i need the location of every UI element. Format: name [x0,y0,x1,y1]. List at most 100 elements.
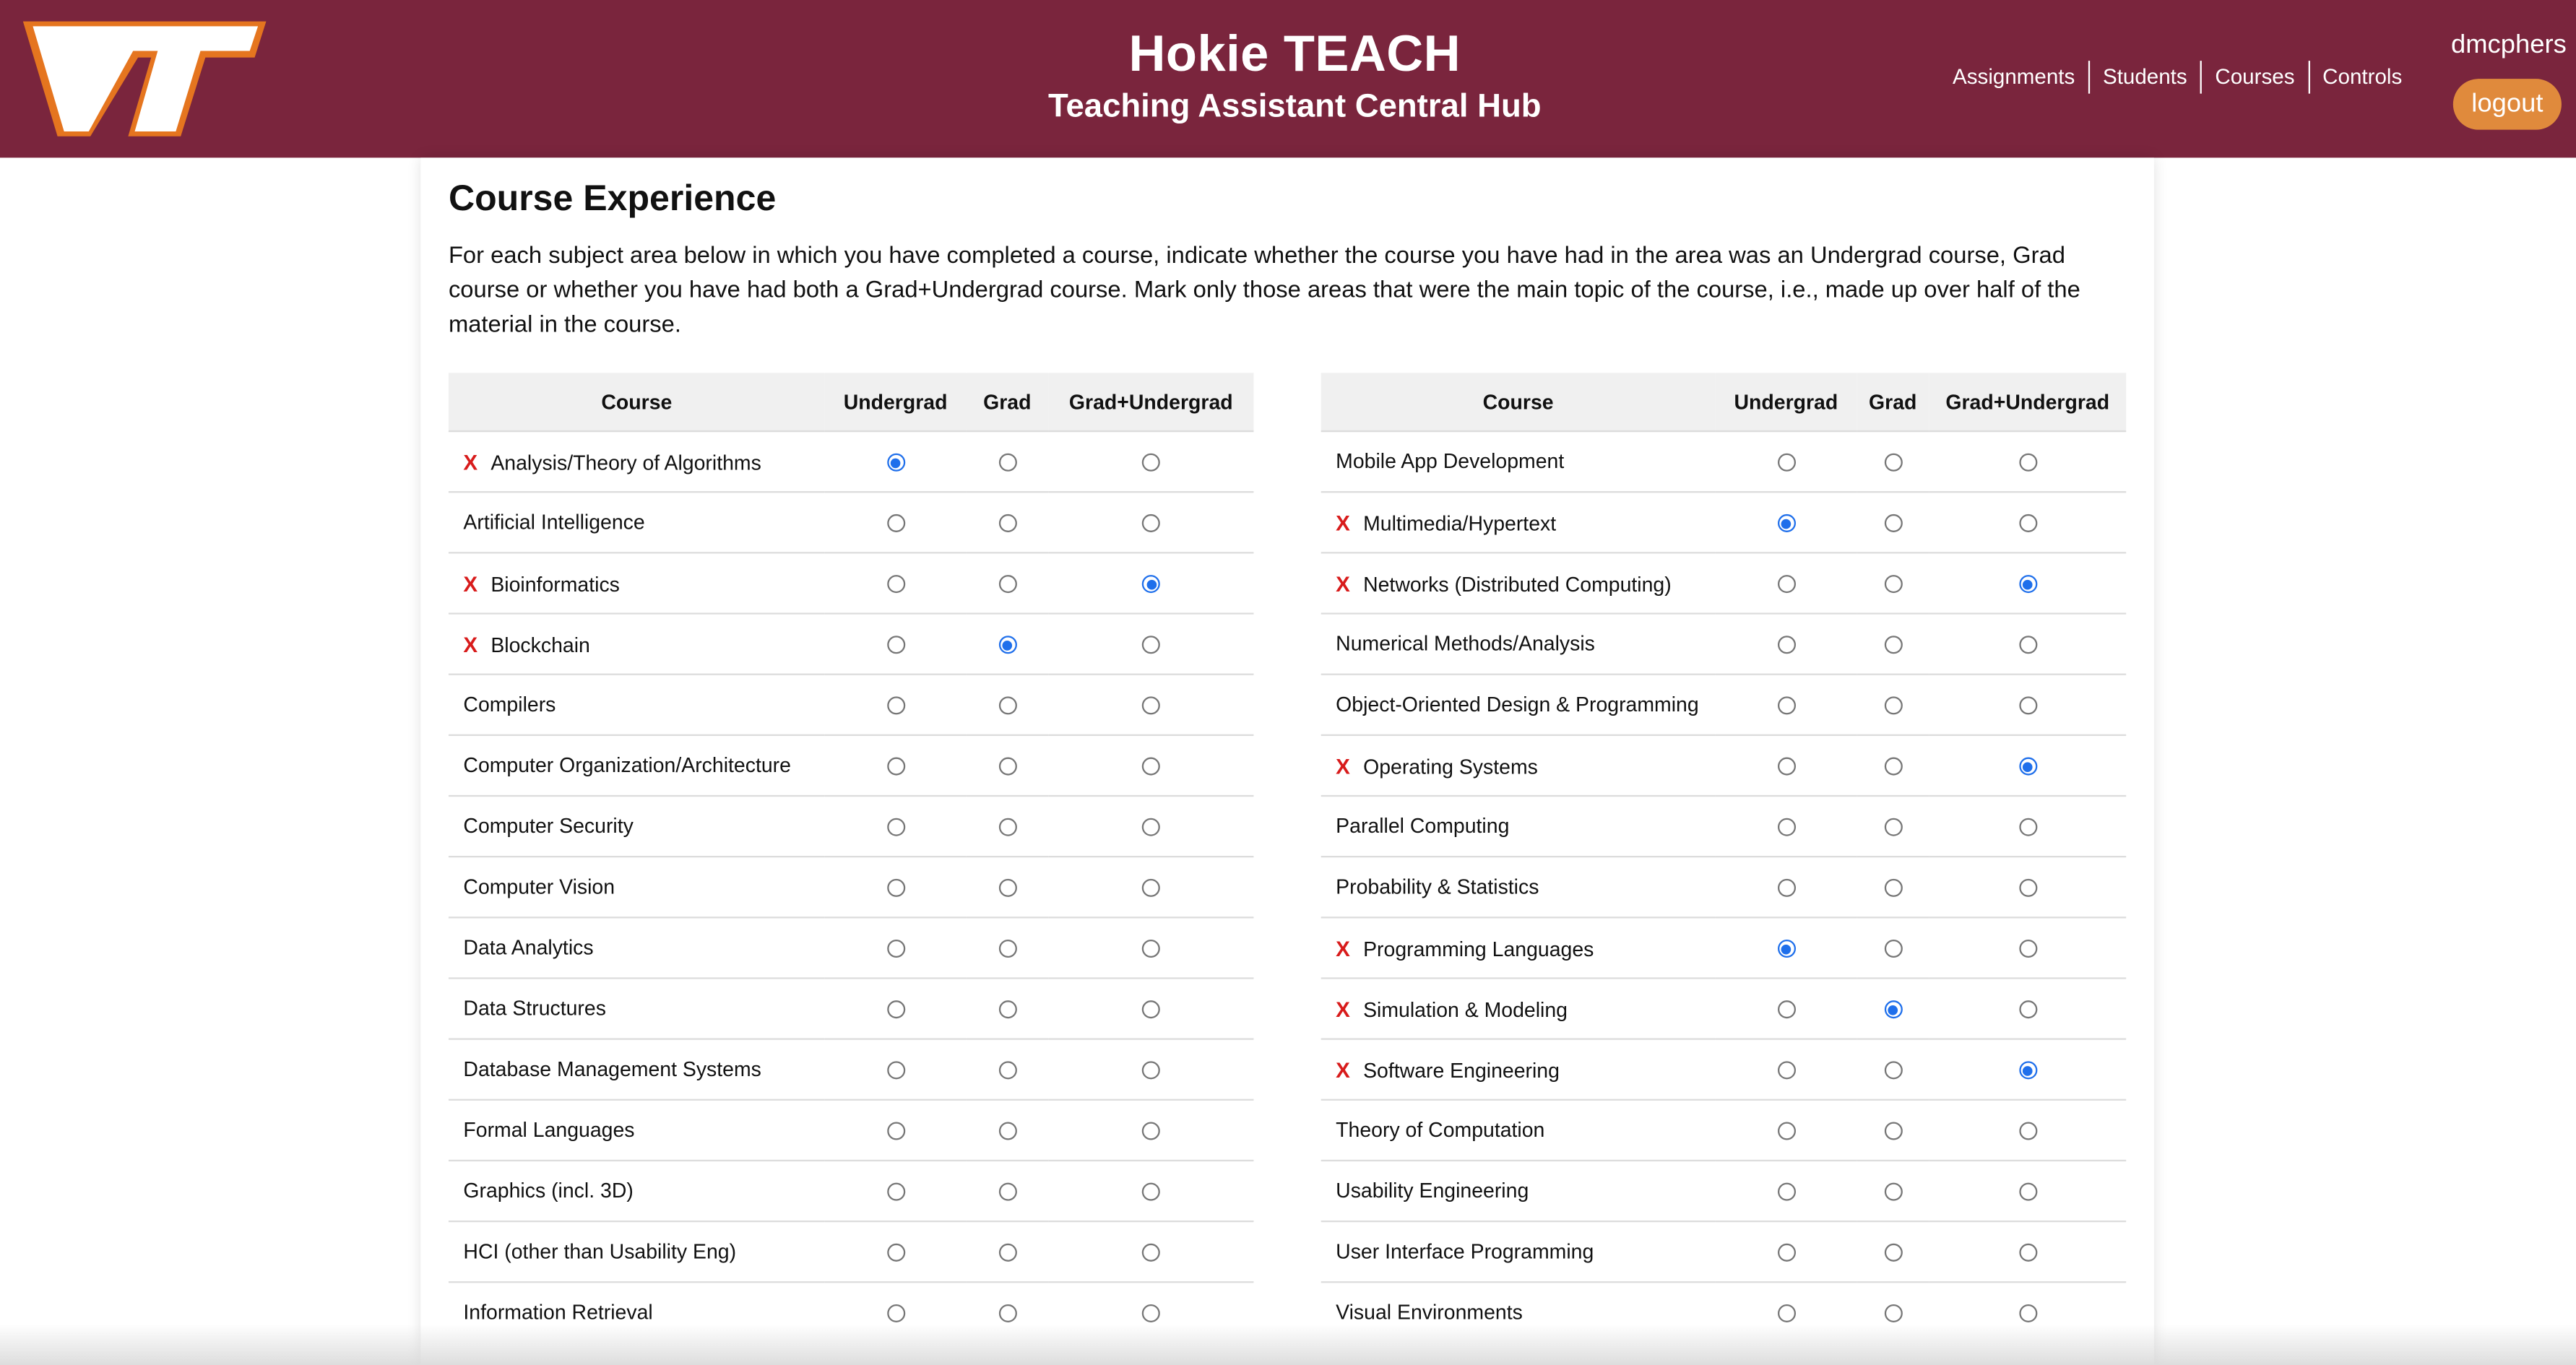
grad-undergrad-radio[interactable] [1141,1244,1160,1262]
nav-students[interactable]: Students [2088,61,2200,94]
clear-selection-icon[interactable]: X [463,632,477,656]
grad-radio[interactable] [998,696,1016,715]
grad-radio[interactable] [998,1183,1016,1202]
undergrad-radio[interactable] [886,1122,905,1140]
grad-radio[interactable] [1883,454,1902,472]
grad-undergrad-radio[interactable] [2018,575,2037,594]
grad-radio[interactable] [1883,940,1902,958]
grad-radio[interactable] [1883,636,1902,654]
grad-radio[interactable] [1883,1000,1902,1019]
undergrad-radio[interactable] [886,1304,905,1323]
grad-undergrad-radio[interactable] [1141,514,1160,533]
undergrad-radio[interactable] [1776,1000,1795,1019]
undergrad-radio[interactable] [1776,1244,1795,1262]
undergrad-radio[interactable] [1776,879,1795,898]
undergrad-radio[interactable] [1776,940,1795,958]
grad-radio[interactable] [998,758,1016,776]
undergrad-radio[interactable] [1776,696,1795,715]
grad-undergrad-radio[interactable] [2018,1122,2037,1140]
clear-selection-icon[interactable]: X [463,571,477,595]
grad-radio[interactable] [1883,575,1902,594]
clear-selection-icon[interactable]: X [1336,1057,1350,1082]
undergrad-radio[interactable] [1776,514,1795,533]
grad-radio[interactable] [1883,696,1902,715]
grad-radio[interactable] [998,940,1016,958]
grad-undergrad-radio[interactable] [2018,514,2037,533]
undergrad-radio[interactable] [886,879,905,898]
undergrad-radio[interactable] [1776,1061,1795,1080]
undergrad-radio[interactable] [886,818,905,837]
clear-selection-icon[interactable]: X [1336,935,1350,960]
grad-undergrad-radio[interactable] [2018,818,2037,837]
undergrad-radio[interactable] [1776,818,1795,837]
undergrad-radio[interactable] [886,940,905,958]
grad-undergrad-radio[interactable] [2018,1244,2037,1262]
nav-assignments[interactable]: Assignments [1940,61,2088,93]
grad-radio[interactable] [1883,1183,1902,1202]
grad-undergrad-radio[interactable] [1141,1183,1160,1202]
undergrad-radio[interactable] [1776,636,1795,654]
grad-radio[interactable] [998,514,1016,533]
undergrad-radio[interactable] [886,1000,905,1019]
grad-radio[interactable] [998,1244,1016,1262]
grad-radio[interactable] [1883,1244,1902,1262]
undergrad-radio[interactable] [886,575,905,594]
grad-undergrad-radio[interactable] [1141,940,1160,958]
grad-radio[interactable] [1883,514,1902,533]
clear-selection-icon[interactable]: X [1336,753,1350,778]
undergrad-radio[interactable] [886,1061,905,1080]
grad-radio[interactable] [1883,758,1902,776]
grad-radio[interactable] [998,1000,1016,1019]
grad-radio[interactable] [998,818,1016,837]
clear-selection-icon[interactable]: X [463,449,477,474]
logout-button[interactable]: logout [2452,79,2562,130]
grad-undergrad-radio[interactable] [1141,1061,1160,1080]
grad-radio[interactable] [1883,818,1902,837]
grad-undergrad-radio[interactable] [1141,696,1160,715]
grad-radio[interactable] [1883,1122,1902,1140]
clear-selection-icon[interactable]: X [1336,996,1350,1020]
grad-undergrad-radio[interactable] [1141,575,1160,594]
grad-radio[interactable] [998,1122,1016,1140]
grad-undergrad-radio[interactable] [1141,1122,1160,1140]
grad-radio[interactable] [998,454,1016,472]
undergrad-radio[interactable] [1776,575,1795,594]
undergrad-radio[interactable] [886,758,905,776]
undergrad-radio[interactable] [1776,454,1795,472]
undergrad-radio[interactable] [886,454,905,472]
undergrad-radio[interactable] [886,514,905,533]
nav-controls[interactable]: Controls [2307,61,2416,94]
grad-undergrad-radio[interactable] [1141,879,1160,898]
grad-radio[interactable] [1883,1304,1902,1323]
grad-undergrad-radio[interactable] [1141,758,1160,776]
grad-undergrad-radio[interactable] [1141,636,1160,654]
grad-radio[interactable] [998,1304,1016,1323]
grad-undergrad-radio[interactable] [1141,1000,1160,1019]
grad-radio[interactable] [998,879,1016,898]
nav-courses[interactable]: Courses [2200,61,2308,94]
grad-undergrad-radio[interactable] [2018,1183,2037,1202]
grad-undergrad-radio[interactable] [2018,758,2037,776]
grad-radio[interactable] [998,636,1016,654]
undergrad-radio[interactable] [1776,758,1795,776]
grad-undergrad-radio[interactable] [2018,1000,2037,1019]
grad-radio[interactable] [1883,879,1902,898]
grad-undergrad-radio[interactable] [1141,1304,1160,1323]
grad-undergrad-radio[interactable] [2018,879,2037,898]
undergrad-radio[interactable] [886,1183,905,1202]
grad-undergrad-radio[interactable] [2018,1304,2037,1323]
clear-selection-icon[interactable]: X [1336,510,1350,534]
undergrad-radio[interactable] [1776,1183,1795,1202]
grad-undergrad-radio[interactable] [2018,1061,2037,1080]
grad-undergrad-radio[interactable] [1141,818,1160,837]
grad-undergrad-radio[interactable] [1141,454,1160,472]
undergrad-radio[interactable] [1776,1304,1795,1323]
grad-undergrad-radio[interactable] [2018,696,2037,715]
undergrad-radio[interactable] [886,1244,905,1262]
clear-selection-icon[interactable]: X [1336,571,1350,595]
undergrad-radio[interactable] [886,696,905,715]
grad-undergrad-radio[interactable] [2018,940,2037,958]
grad-radio[interactable] [998,1061,1016,1080]
undergrad-radio[interactable] [1776,1122,1795,1140]
undergrad-radio[interactable] [886,636,905,654]
